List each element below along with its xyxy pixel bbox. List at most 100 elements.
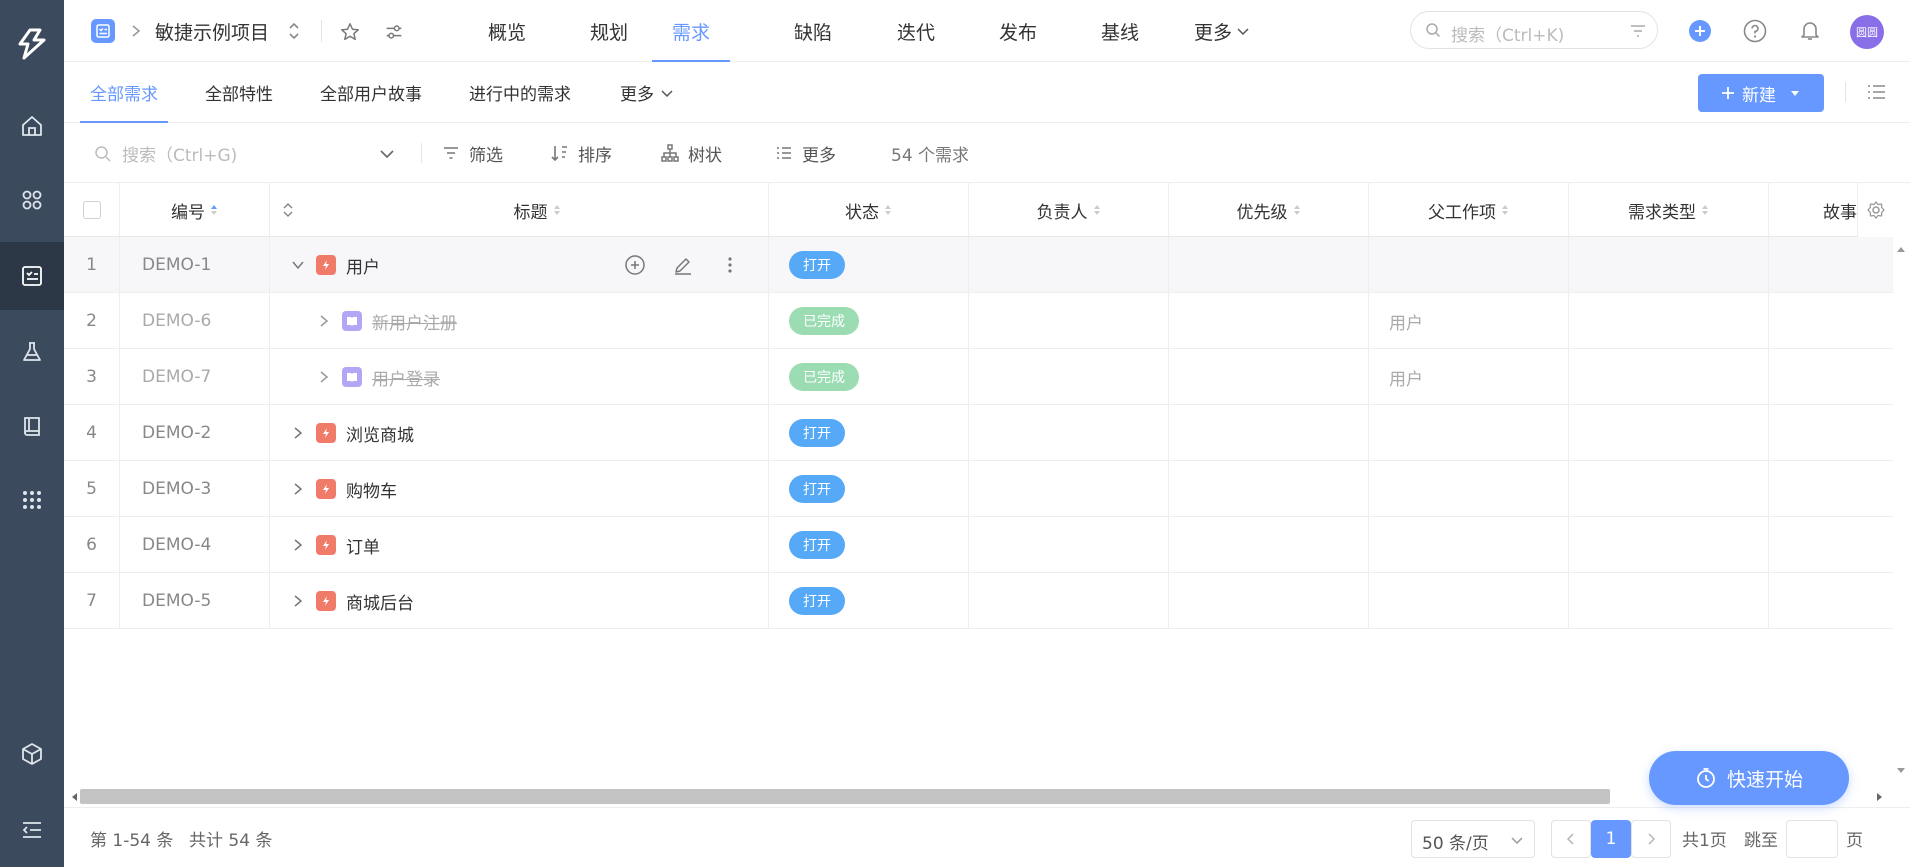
table-row[interactable]: 4 DEMO-2 浏览商城 打开 (64, 405, 1893, 461)
row-id[interactable]: DEMO-5 (120, 573, 270, 629)
nav-requirements[interactable]: 需求 (652, 0, 730, 62)
chevron-right-icon[interactable] (290, 425, 306, 441)
nav-planning[interactable]: 规划 (574, 0, 644, 62)
row-priority-cell[interactable] (1169, 573, 1369, 629)
tab-all-requirements[interactable]: 全部需求 (80, 62, 168, 123)
status-badge[interactable]: 打开 (789, 531, 845, 559)
nav-overview[interactable]: 概览 (472, 0, 542, 62)
nav-iterations[interactable]: 迭代 (881, 0, 951, 62)
table-row[interactable]: 2 DEMO-6 新用户注册 已完成 用户 (64, 293, 1893, 349)
column-header-owner[interactable]: 负责人 (969, 183, 1169, 237)
row-priority-cell[interactable] (1169, 461, 1369, 517)
project-switch-icon[interactable] (287, 20, 301, 42)
product-cube-icon[interactable] (0, 720, 64, 788)
row-owner-cell[interactable] (969, 461, 1169, 517)
row-parent-cell[interactable] (1369, 237, 1569, 293)
row-status-cell[interactable]: 打开 (769, 237, 969, 293)
edit-icon[interactable] (672, 254, 694, 276)
column-header-title[interactable]: 标题 (306, 183, 769, 237)
row-id[interactable]: DEMO-1 (120, 237, 270, 293)
row-title-cell[interactable]: 订单 (270, 517, 769, 573)
row-type-cell[interactable] (1569, 517, 1769, 573)
collapse-menu-icon[interactable] (0, 796, 64, 864)
vertical-scrollbar[interactable] (1893, 237, 1910, 787)
row-title[interactable]: 购物车 (346, 477, 397, 502)
help-icon[interactable] (1742, 18, 1768, 44)
row-parent-cell[interactable]: 用户 (1369, 349, 1569, 405)
row-owner-cell[interactable] (969, 293, 1169, 349)
row-priority-cell[interactable] (1169, 293, 1369, 349)
table-row[interactable]: 6 DEMO-4 订单 打开 (64, 517, 1893, 573)
row-type-cell[interactable] (1569, 405, 1769, 461)
status-badge[interactable]: 打开 (789, 587, 845, 615)
row-title-cell[interactable]: 新用户注册 (270, 293, 769, 349)
tab-in-progress[interactable]: 进行中的需求 (469, 62, 571, 123)
tab-all-user-stories[interactable]: 全部用户故事 (320, 62, 422, 123)
row-id[interactable]: DEMO-6 (120, 293, 270, 349)
column-header-type[interactable]: 需求类型 (1569, 183, 1769, 237)
row-priority-cell[interactable] (1169, 349, 1369, 405)
row-parent-cell[interactable] (1369, 573, 1569, 629)
filter-button[interactable]: 筛选 (441, 123, 503, 183)
row-title-cell[interactable]: 用户 (270, 237, 769, 293)
row-status-cell[interactable]: 打开 (769, 461, 969, 517)
column-header-parent[interactable]: 父工作项 (1369, 183, 1569, 237)
row-owner-cell[interactable] (969, 405, 1169, 461)
row-status-cell[interactable]: 已完成 (769, 293, 969, 349)
chevron-right-icon[interactable] (290, 481, 306, 497)
row-id[interactable]: DEMO-4 (120, 517, 270, 573)
chevron-down-icon[interactable] (290, 257, 306, 273)
app-logo-icon[interactable] (0, 10, 64, 78)
chevron-right-icon[interactable] (290, 593, 306, 609)
test-flask-icon[interactable] (0, 318, 64, 386)
status-badge[interactable]: 已完成 (789, 363, 859, 391)
add-circle-icon[interactable] (1687, 18, 1713, 44)
status-badge[interactable]: 打开 (789, 251, 845, 279)
add-child-icon[interactable] (624, 254, 646, 276)
table-row[interactable]: 5 DEMO-3 购物车 打开 (64, 461, 1893, 517)
column-settings-button[interactable] (1857, 183, 1893, 237)
row-title-cell[interactable]: 用户登录 (270, 349, 769, 405)
status-badge[interactable]: 已完成 (789, 307, 859, 335)
star-icon[interactable] (339, 21, 361, 43)
row-type-cell[interactable] (1569, 293, 1769, 349)
more-apps-icon[interactable] (0, 466, 64, 534)
row-title-cell[interactable]: 购物车 (270, 461, 769, 517)
tree-view-button[interactable]: 树状 (660, 123, 722, 183)
global-search-input[interactable]: 搜索（Ctrl+K) (1410, 11, 1658, 49)
row-priority-cell[interactable] (1169, 405, 1369, 461)
row-status-cell[interactable]: 打开 (769, 405, 969, 461)
row-title[interactable]: 新用户注册 (372, 309, 457, 334)
tab-more[interactable]: 更多 (620, 62, 674, 123)
apps-grid-icon[interactable] (0, 166, 64, 234)
row-title-cell[interactable]: 浏览商城 (270, 405, 769, 461)
next-page-button[interactable] (1631, 820, 1671, 858)
tab-all-features[interactable]: 全部特性 (205, 62, 273, 123)
column-header-id[interactable]: 编号 (120, 183, 270, 237)
row-status-cell[interactable]: 打开 (769, 573, 969, 629)
row-id[interactable]: DEMO-3 (120, 461, 270, 517)
chevron-right-icon[interactable] (316, 369, 332, 385)
page-size-select[interactable]: 50 条/页 (1411, 820, 1535, 858)
table-row[interactable]: 3 DEMO-7 用户登录 已完成 用户 (64, 349, 1893, 405)
row-owner-cell[interactable] (969, 517, 1169, 573)
settings-sliders-icon[interactable] (383, 21, 405, 43)
row-priority-cell[interactable] (1169, 237, 1369, 293)
row-title[interactable]: 浏览商城 (346, 421, 414, 446)
new-button[interactable]: 新建 (1698, 74, 1824, 112)
nav-baselines[interactable]: 基线 (1085, 0, 1155, 62)
row-title-cell[interactable]: 商城后台 (270, 573, 769, 629)
row-type-cell[interactable] (1569, 349, 1769, 405)
row-title[interactable]: 用户登录 (372, 365, 440, 390)
more-options-button[interactable]: 更多 (774, 123, 836, 183)
nav-releases[interactable]: 发布 (983, 0, 1053, 62)
column-header-status[interactable]: 状态 (769, 183, 969, 237)
status-badge[interactable]: 打开 (789, 475, 845, 503)
row-title[interactable]: 商城后台 (346, 589, 414, 614)
chevron-right-icon[interactable] (316, 313, 332, 329)
horizontal-scroll-thumb[interactable] (80, 789, 1610, 804)
wiki-book-icon[interactable] (0, 392, 64, 460)
sort-button[interactable]: 排序 (550, 123, 612, 183)
home-icon[interactable] (0, 92, 64, 160)
row-type-cell[interactable] (1569, 461, 1769, 517)
